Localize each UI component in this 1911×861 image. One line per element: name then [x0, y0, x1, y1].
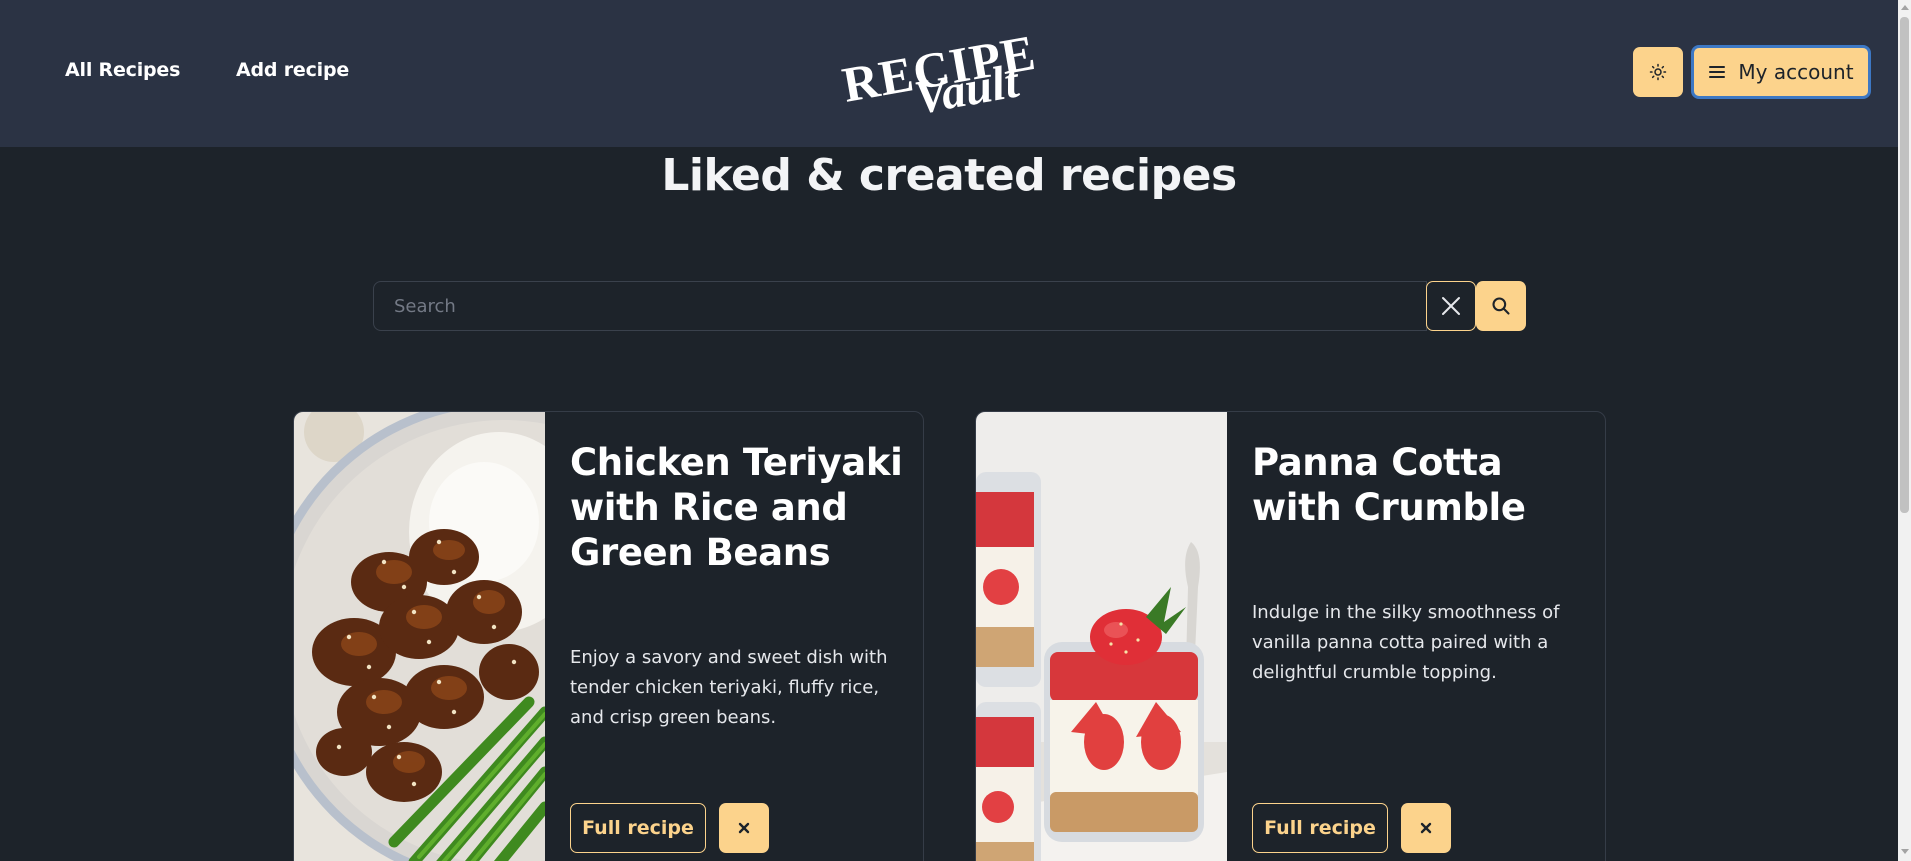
search-button[interactable]	[1476, 281, 1526, 331]
viewport: All Recipes Add recipe RECIPE Vault My a…	[0, 0, 1898, 861]
clear-search-button[interactable]	[1426, 281, 1476, 331]
page-title: Liked & created recipes	[661, 150, 1237, 201]
recipe-card-body: Chicken Teriyaki with Rice and Green Bea…	[545, 412, 923, 861]
recipe-title: Panna Cotta with Crumble	[1252, 441, 1526, 529]
full-recipe-button[interactable]: Full recipe	[1252, 803, 1388, 853]
search-input[interactable]	[373, 281, 1427, 331]
full-recipe-button[interactable]: Full recipe	[570, 803, 706, 853]
my-account-label: My account	[1738, 60, 1854, 84]
sun-icon	[1649, 63, 1667, 81]
scroll-up-arrow[interactable]	[1901, 5, 1909, 10]
navbar: All Recipes Add recipe RECIPE Vault My a…	[0, 0, 1898, 147]
nav-link-all-recipes[interactable]: All Recipes	[65, 59, 180, 81]
recipe-image-chicken-teriyaki	[294, 412, 545, 861]
close-icon	[738, 822, 750, 834]
search-icon	[1492, 297, 1510, 315]
my-account-button[interactable]: My account	[1691, 45, 1871, 99]
menu-icon	[1709, 66, 1726, 78]
nav-link-add-recipe[interactable]: Add recipe	[236, 59, 349, 81]
remove-recipe-button[interactable]	[719, 803, 769, 853]
recipe-card: Panna Cotta with Crumble Indulge in the …	[975, 411, 1606, 861]
close-icon	[1420, 822, 1432, 834]
theme-toggle-button[interactable]	[1633, 47, 1683, 97]
recipe-description: Indulge in the silky smoothness of vanil…	[1252, 602, 1560, 683]
recipe-title: Chicken Teriyaki with Rice and Green Bea…	[570, 441, 903, 574]
close-icon	[1442, 297, 1460, 315]
recipe-image-panna-cotta	[976, 412, 1227, 861]
page: All Recipes Add recipe RECIPE Vault My a…	[0, 0, 1911, 861]
vertical-scrollbar[interactable]	[1898, 0, 1911, 861]
remove-recipe-button[interactable]	[1401, 803, 1451, 853]
scroll-down-arrow[interactable]	[1901, 849, 1909, 854]
recipe-card: Chicken Teriyaki with Rice and Green Bea…	[293, 411, 924, 861]
recipe-description: Enjoy a savory and sweet dish with tende…	[570, 647, 888, 728]
recipe-vault-logo[interactable]: RECIPE Vault	[840, 22, 1060, 122]
recipe-card-body: Panna Cotta with Crumble Indulge in the …	[1227, 412, 1605, 861]
scroll-thumb[interactable]	[1900, 17, 1909, 513]
